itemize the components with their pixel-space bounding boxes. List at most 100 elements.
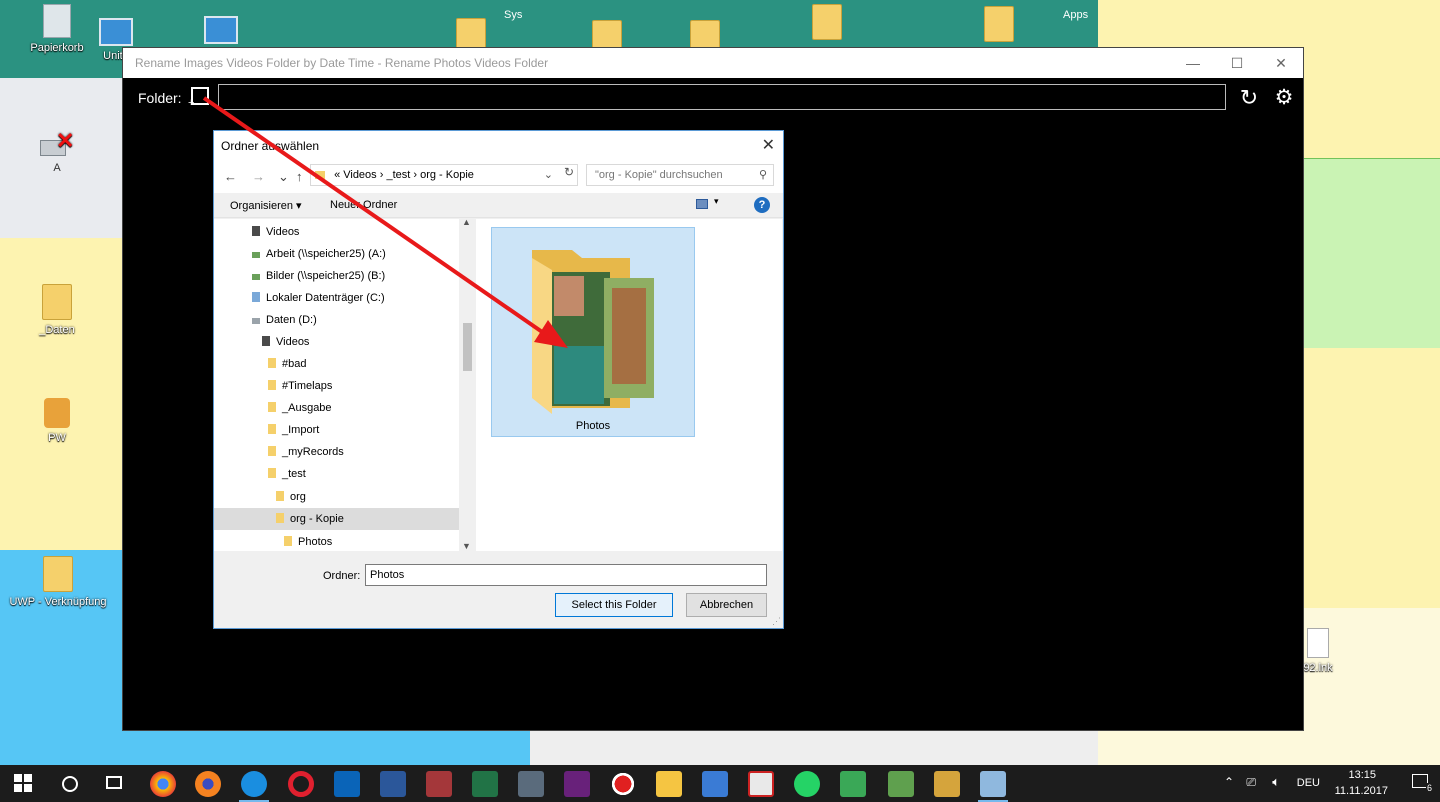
chevron-down-icon[interactable]: ⌄	[544, 165, 553, 185]
organize-button[interactable]: Organisieren ▾	[230, 199, 302, 212]
maximize-button[interactable]: ☐	[1215, 48, 1259, 78]
scrollbar-thumb[interactable]	[463, 323, 472, 371]
tree-item[interactable]: #bad	[268, 353, 306, 375]
monitor-icon	[99, 18, 133, 46]
tree-item[interactable]: _myRecords	[268, 441, 344, 463]
tree-item[interactable]: org	[276, 486, 306, 508]
photos-folder-icon	[532, 250, 654, 414]
refresh-icon[interactable]: ↻	[560, 165, 578, 183]
network-icon[interactable]: ⎚	[1246, 775, 1256, 790]
desktop-shortcut-folder-4[interactable]	[802, 4, 852, 44]
folder-icon	[42, 284, 72, 320]
edge-icon[interactable]	[241, 771, 267, 797]
folder-icon	[268, 446, 276, 456]
tree-item[interactable]: #Timelaps	[268, 375, 332, 397]
tree-item[interactable]: Daten (D:)	[252, 309, 317, 331]
folder-label: Folder:	[138, 90, 182, 106]
address-bar[interactable]: « Videos › _test › org - Kopie ⌄	[310, 164, 578, 186]
access-icon[interactable]	[426, 771, 452, 797]
folder-row: Folder: + ↻ ⚙	[123, 82, 1303, 114]
refresh-button[interactable]: ↻	[1236, 85, 1262, 111]
minimize-button[interactable]: —	[1171, 48, 1215, 78]
resize-grip-icon[interactable]: ⋰	[772, 616, 781, 627]
network-drive-disconnected-icon: ✕	[40, 130, 74, 158]
cortana-button[interactable]	[62, 776, 78, 792]
tree-item[interactable]: Photos	[284, 531, 332, 551]
rename-app-icon[interactable]	[980, 771, 1006, 797]
clock-date[interactable]: 11.11.2017	[1335, 785, 1388, 797]
network-drive-icon	[252, 274, 260, 280]
select-folder-dialog: Ordner auswählen ✕ ← → ⌄ ↑ « Videos › _t…	[213, 130, 784, 629]
start-button[interactable]	[14, 774, 32, 792]
file-icon	[1307, 628, 1329, 658]
firefox-icon[interactable]	[195, 771, 221, 797]
navigation-scrollbar[interactable]: ▲ ▼	[459, 217, 476, 551]
volume-icon[interactable]: 🔈︎	[1272, 774, 1280, 790]
folder-item-photos[interactable]: Photos	[491, 227, 695, 437]
new-folder-button[interactable]: Neuer Ordner	[330, 199, 397, 211]
monitor-icon	[204, 16, 238, 44]
back-button[interactable]: ←	[224, 169, 237, 184]
xml-app-icon[interactable]	[888, 771, 914, 797]
app-title-bar[interactable]: Rename Images Videos Folder by Date Time…	[123, 48, 1303, 78]
tree-item[interactable]: Bilder (\\speicher25) (B:)	[252, 265, 385, 287]
visual-studio-icon[interactable]	[564, 771, 590, 797]
folder-icon	[268, 402, 276, 412]
opera-icon[interactable]	[288, 771, 314, 797]
up-button[interactable]: ↑	[296, 169, 303, 184]
app-title: Rename Images Videos Folder by Date Time…	[135, 56, 549, 70]
word-icon[interactable]	[380, 771, 406, 797]
excel-icon[interactable]	[472, 771, 498, 797]
desktop-shortcut-monitor[interactable]	[196, 16, 246, 48]
tree-item[interactable]: Lokaler Datenträger (C:)	[252, 287, 385, 309]
pen-app-icon[interactable]	[518, 771, 544, 797]
folder-icon	[284, 536, 292, 546]
taskbar: ⌃ ⎚ 🔈︎ DEU 13:15 11.11.2017 6	[0, 765, 1440, 802]
tree-item[interactable]: _test	[268, 463, 306, 485]
desktop-shortcut-pw[interactable]: PW	[12, 398, 102, 444]
folder-picker-button[interactable]: +	[188, 87, 209, 109]
tree-item[interactable]: Videos	[252, 221, 299, 243]
recent-locations-button[interactable]: ⌄	[278, 169, 289, 185]
tree-item[interactable]: _Ausgabe	[268, 397, 332, 419]
tree-item[interactable]: _Import	[268, 419, 319, 441]
view-icon	[696, 199, 708, 209]
scroll-down-icon[interactable]: ▼	[462, 541, 471, 551]
tree-item[interactable]: Arbeit (\\speicher25) (A:)	[252, 243, 386, 265]
network-app-icon[interactable]	[702, 771, 728, 797]
close-button[interactable]: ✕	[1259, 48, 1303, 78]
language-indicator[interactable]: DEU	[1297, 777, 1320, 789]
breadcrumb[interactable]: « Videos › _test › org - Kopie	[334, 169, 474, 181]
task-view-button[interactable]	[106, 776, 122, 789]
help-button[interactable]: ?	[754, 197, 770, 213]
folder-path-input[interactable]	[218, 84, 1226, 110]
desktop-shortcut-a[interactable]: ✕ A	[12, 130, 102, 174]
view-options-button[interactable]: ▾	[696, 196, 722, 212]
desktop-shortcut-daten[interactable]: _Daten	[12, 284, 102, 336]
dialog-title-bar[interactable]: Ordner auswählen ✕	[214, 131, 783, 161]
snipping-tool-icon[interactable]	[748, 771, 774, 797]
tree-item-selected[interactable]: org - Kopie	[214, 508, 459, 530]
grid-app-icon[interactable]	[840, 771, 866, 797]
scroll-up-icon[interactable]: ▲	[462, 217, 471, 227]
select-folder-button[interactable]: Select this Folder	[555, 593, 673, 617]
show-hidden-icons-icon[interactable]: ⌃	[1224, 775, 1234, 789]
search-input[interactable]: "org - Kopie" durchsuchen ⚲	[586, 164, 774, 186]
settings-button[interactable]: ⚙	[1271, 85, 1297, 111]
desktop-shortcut-folder-5[interactable]	[974, 6, 1024, 46]
outlook-icon[interactable]	[334, 771, 360, 797]
forward-button[interactable]: →	[252, 169, 265, 184]
clock-time[interactable]: 13:15	[1348, 769, 1376, 781]
desktop-shortcut-uwp[interactable]: UWP - Verknüpfung	[8, 556, 108, 608]
whatsapp-icon[interactable]	[794, 771, 820, 797]
tree-item[interactable]: Videos	[262, 331, 309, 353]
add-folder-icon: +	[188, 97, 195, 109]
dialog-close-button[interactable]: ✕	[762, 135, 775, 155]
folder-name-input[interactable]: Photos	[365, 564, 767, 586]
record-icon[interactable]	[610, 771, 636, 797]
chrome-icon[interactable]	[150, 771, 176, 797]
action-center-icon[interactable]: 6	[1412, 774, 1433, 793]
tool-app-icon[interactable]	[934, 771, 960, 797]
cancel-button[interactable]: Abbrechen	[686, 593, 767, 617]
file-explorer-icon[interactable]	[656, 771, 682, 797]
